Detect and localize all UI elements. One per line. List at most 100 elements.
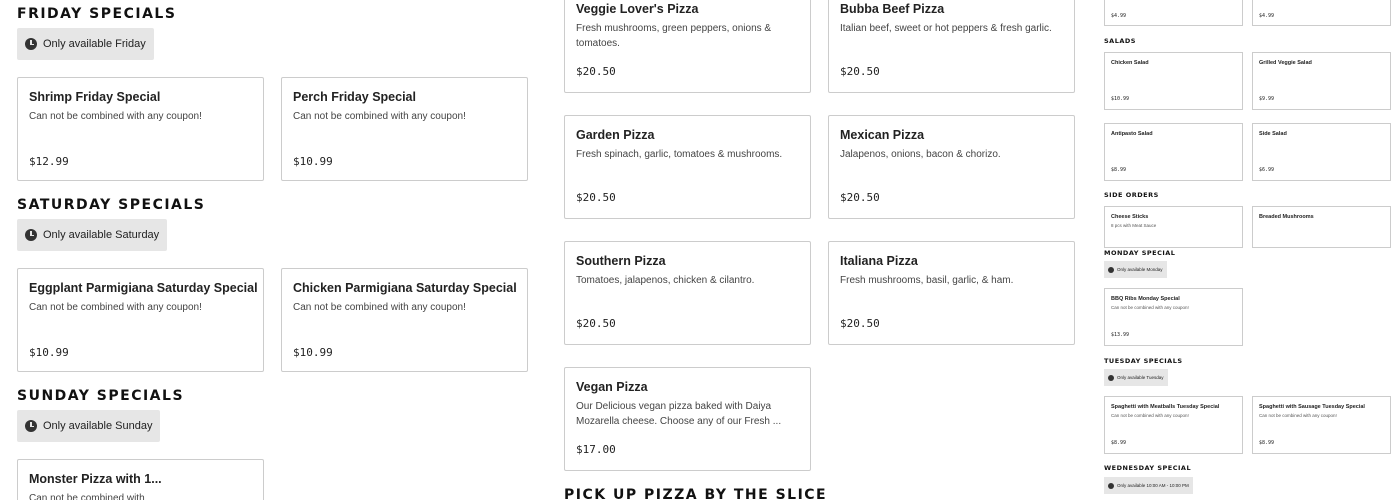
item-name: Breaded Mushrooms: [1259, 214, 1314, 220]
menu-item-card[interactable]: Perch Friday Special Can not be combined…: [281, 77, 528, 181]
menu-item-card[interactable]: Shrimp Friday Special Can not be combine…: [17, 77, 264, 181]
availability-label: Only available Monday: [1117, 267, 1163, 272]
item-price: $8.99: [1111, 440, 1127, 446]
clock-icon: [1108, 482, 1114, 489]
item-description: 8 pcs with Meat Sauce: [1111, 223, 1157, 228]
tuesday-specials-title: TUESDAY SPECIALS: [1104, 357, 1183, 365]
item-name: Chicken Parmigiana Saturday Special: [293, 281, 517, 295]
menu-panel-right: $4.99 $4.99 SALADS Chicken Salad $10.99 …: [1100, 0, 1400, 500]
item-name: Antipasto Salad: [1111, 131, 1153, 137]
item-price: $10.99: [293, 155, 333, 168]
menu-item-card[interactable]: Monster Pizza with 1... Can not be combi…: [17, 459, 264, 500]
item-description: Fresh mushrooms, green peppers, onions &…: [576, 23, 772, 49]
clock-icon: [1108, 374, 1114, 381]
item-description: Tomatoes, jalapenos, chicken & cilantro.: [576, 275, 755, 286]
item-name: Bubba Beef Pizza: [840, 2, 945, 16]
item-price: $20.50: [576, 317, 616, 330]
item-price: $20.50: [576, 65, 616, 78]
wednesday-availability-badge: Only available 10:00 AM - 10:00 PM: [1104, 477, 1193, 494]
tuesday-availability-badge: Only available Tuesday: [1104, 369, 1168, 386]
menu-item-card[interactable]: Cheese Sticks 8 pcs with Meat Sauce: [1104, 206, 1243, 248]
item-price: $17.00: [576, 443, 616, 456]
salads-title: SALADS: [1104, 37, 1136, 45]
item-description: Can not be combined with any coupon!: [29, 302, 202, 313]
item-price: $20.50: [576, 191, 616, 204]
availability-label: Only available Saturday: [43, 229, 160, 241]
item-price: $12.99: [29, 155, 69, 168]
item-price: $20.50: [840, 65, 880, 78]
item-price: $20.50: [840, 191, 880, 204]
menu-item-card[interactable]: Mexican Pizza Jalapenos, onions, bacon &…: [828, 115, 1075, 219]
item-name: Shrimp Friday Special: [29, 90, 161, 104]
item-price: $13.99: [1111, 332, 1130, 338]
availability-label: Only available Friday: [43, 38, 146, 50]
menu-item-card[interactable]: BBQ Ribs Monday Special Can not be combi…: [1104, 288, 1243, 346]
item-name: Eggplant Parmigiana Saturday Special: [29, 281, 258, 295]
menu-item-card[interactable]: $4.99: [1252, 0, 1391, 26]
menu-item-card[interactable]: Spaghetti with Meatballs Tuesday Special…: [1104, 396, 1243, 454]
item-price: $9.99: [1259, 96, 1275, 102]
item-name: Italiana Pizza: [840, 254, 918, 268]
item-description: Our Delicious vegan pizza baked with Dai…: [576, 401, 782, 427]
item-price: $8.99: [1111, 167, 1127, 173]
menu-item-card[interactable]: Vegan Pizza Our Delicious vegan pizza ba…: [564, 367, 811, 471]
side-orders-title: SIDE ORDERS: [1104, 191, 1159, 199]
item-description: Jalapenos, onions, bacon & chorizo.: [840, 149, 1001, 160]
sunday-specials-title: SUNDAY SPECIALS: [17, 388, 185, 404]
slice-section-title: PICK UP PIZZA BY THE SLICE: [564, 487, 828, 500]
availability-label: Only available Sunday: [43, 420, 153, 432]
menu-item-card[interactable]: Italiana Pizza Fresh mushrooms, basil, g…: [828, 241, 1075, 345]
specials-panel-left: FRIDAY SPECIALS Only available Friday Sh…: [0, 0, 540, 500]
item-name: Mexican Pizza: [840, 128, 925, 142]
item-description: Can not be combined with any coupon!: [1111, 305, 1189, 310]
menu-item-card[interactable]: Garden Pizza Fresh spinach, garlic, toma…: [564, 115, 811, 219]
item-name: Grilled Veggie Salad: [1259, 60, 1312, 66]
pizza-menu-panel: Veggie Lover's Pizza Fresh mushrooms, gr…: [555, 0, 1095, 500]
sunday-availability-badge: Only available Sunday: [17, 410, 161, 442]
item-description: Can not be combined with any coupon!: [1259, 413, 1337, 418]
item-description: Can not be combined with any coupon!: [293, 302, 466, 313]
item-price: $10.99: [293, 346, 333, 359]
saturday-availability-badge: Only available Saturday: [17, 219, 168, 251]
saturday-specials-title: SATURDAY SPECIALS: [17, 197, 206, 213]
menu-item-card[interactable]: Eggplant Parmigiana Saturday Special Can…: [17, 268, 264, 372]
menu-item-card[interactable]: Bubba Beef Pizza Italian beef, sweet or …: [828, 0, 1075, 93]
clock-icon: [25, 38, 37, 50]
item-description: Can not be combined with any coupon!: [29, 111, 202, 122]
menu-item-card[interactable]: Antipasto Salad $8.99: [1104, 123, 1243, 181]
clock-icon: [25, 229, 37, 241]
item-description: Fresh mushrooms, basil, garlic, & ham.: [840, 275, 1014, 286]
menu-item-card[interactable]: Southern Pizza Tomatoes, jalapenos, chic…: [564, 241, 811, 345]
item-name: Chicken Salad: [1111, 60, 1149, 66]
wednesday-special-title: WEDNESDAY SPECIAL: [1104, 464, 1192, 472]
menu-item-card[interactable]: Veggie Lover's Pizza Fresh mushrooms, gr…: [564, 0, 811, 93]
item-name: Spaghetti with Sausage Tuesday Special: [1259, 404, 1365, 410]
availability-label: Only available Tuesday: [1117, 375, 1164, 380]
monday-availability-badge: Only available Monday: [1104, 261, 1167, 278]
menu-item-card[interactable]: Side Salad $6.99: [1252, 123, 1391, 181]
item-price: $20.50: [840, 317, 880, 330]
item-price: $4.99: [1259, 13, 1275, 19]
menu-item-card[interactable]: Grilled Veggie Salad $9.99: [1252, 52, 1391, 110]
clock-icon: [1108, 266, 1114, 273]
item-name: BBQ Ribs Monday Special: [1111, 296, 1180, 302]
item-name: Cheese Sticks: [1111, 214, 1149, 220]
item-name: Perch Friday Special: [293, 90, 416, 104]
menu-item-card[interactable]: Breaded Mushrooms: [1252, 206, 1391, 248]
menu-item-card[interactable]: Chicken Salad $10.99: [1104, 52, 1243, 110]
item-price: $6.99: [1259, 167, 1275, 173]
item-name: Southern Pizza: [576, 254, 666, 268]
friday-availability-badge: Only available Friday: [17, 28, 154, 60]
item-name: Monster Pizza with 1...: [29, 472, 162, 486]
availability-label: Only available 10:00 AM - 10:00 PM: [1117, 483, 1189, 488]
friday-specials-title: FRIDAY SPECIALS: [17, 6, 177, 22]
menu-item-card[interactable]: Chicken Parmigiana Saturday Special Can …: [281, 268, 528, 372]
menu-item-card[interactable]: Spaghetti with Sausage Tuesday Special C…: [1252, 396, 1391, 454]
item-description: Can not be combined with: [29, 493, 145, 500]
item-description: Fresh spinach, garlic, tomatoes & mushro…: [576, 149, 783, 160]
item-name: Garden Pizza: [576, 128, 655, 142]
item-name: Veggie Lover's Pizza: [576, 2, 699, 16]
item-price: $10.99: [29, 346, 69, 359]
item-description: Can not be combined with any coupon!: [1111, 413, 1189, 418]
menu-item-card[interactable]: $4.99: [1104, 0, 1243, 26]
